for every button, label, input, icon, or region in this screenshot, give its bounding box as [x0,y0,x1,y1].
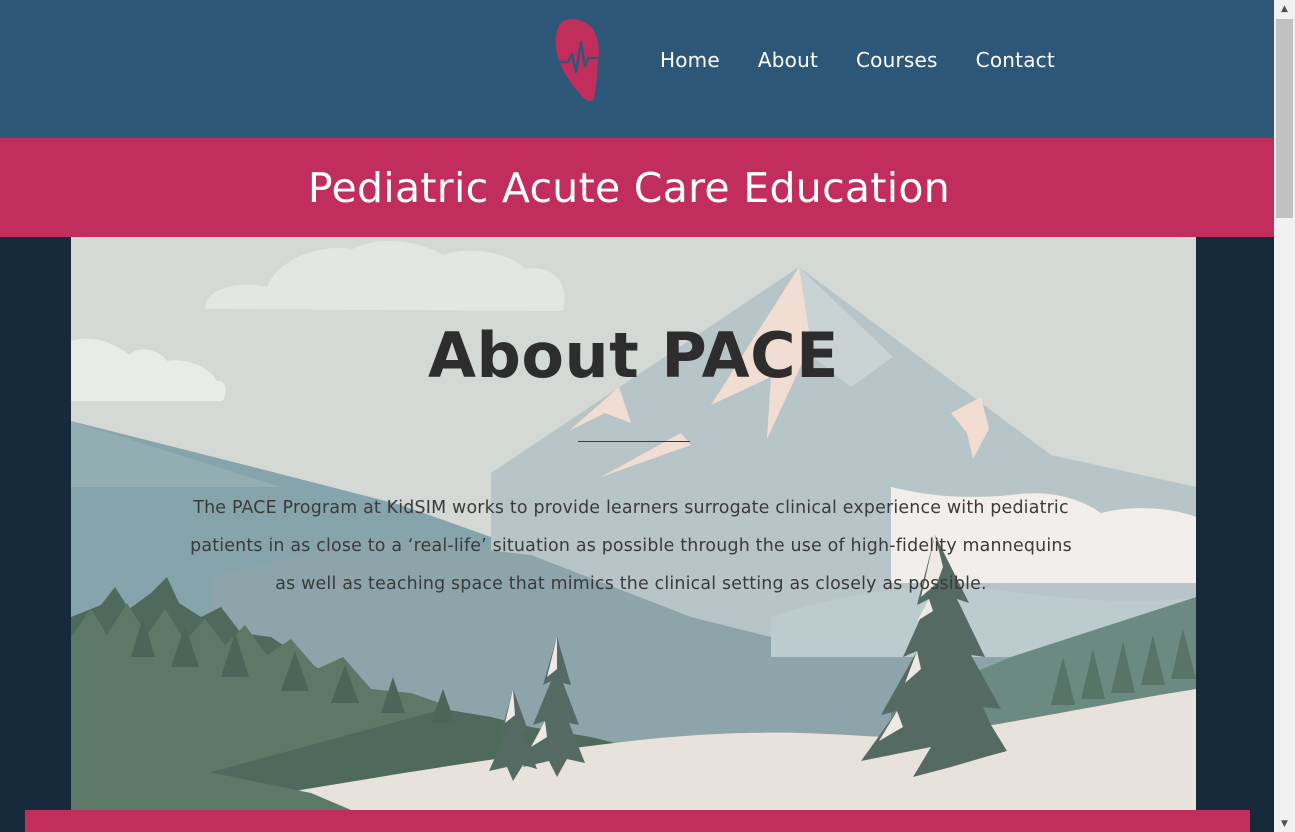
about-description: The PACE Program at KidSIM works to prov… [190,498,1072,594]
site-header: Home About Courses Contact [0,0,1274,138]
title-banner: Pediatric Acute Care Education [0,138,1274,237]
nav-contact-link[interactable]: Contact [976,48,1055,72]
heading-divider [578,441,690,442]
scrollbar-thumb[interactable] [1276,19,1293,218]
heart-pulse-icon[interactable] [554,18,602,102]
main-nav: Home About Courses Contact [660,48,1055,72]
site-title: Pediatric Acute Care Education [307,163,951,212]
about-hero: About PACE The PACE Program at KidSIM wo… [71,237,1196,810]
page-scrollbar[interactable]: ▲ ▼ [1274,0,1295,832]
nav-about-link[interactable]: About [758,48,818,72]
scroll-up-arrow-icon[interactable]: ▲ [1274,0,1295,17]
footer-strip [25,810,1250,832]
about-heading: About PACE [428,319,839,392]
nav-courses-link[interactable]: Courses [856,48,938,72]
scroll-down-arrow-icon[interactable]: ▼ [1274,815,1295,832]
nav-home-link[interactable]: Home [660,48,720,72]
